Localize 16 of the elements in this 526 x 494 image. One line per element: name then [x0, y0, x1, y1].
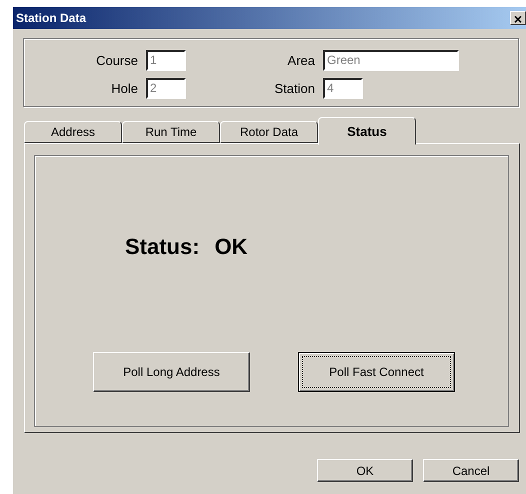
poll-button[interactable]: Poll Fast Connect [298, 352, 455, 392]
dialog-button[interactable]: OK [317, 459, 413, 482]
close-button[interactable]: × [510, 11, 526, 25]
tab[interactable]: Rotor Data [220, 121, 318, 143]
tab[interactable]: Address [24, 121, 122, 143]
window-title: Station Data [16, 11, 86, 25]
dialog-button[interactable]: Cancel [423, 459, 519, 482]
poll-button[interactable]: Poll Long Address [93, 352, 250, 392]
tab[interactable]: Status [318, 117, 416, 145]
tab[interactable]: Run Time [122, 121, 220, 143]
status-value: OK [214, 234, 248, 260]
field-label: Hole [111, 80, 138, 96]
field-label: Course [96, 52, 138, 68]
field-label: Station [274, 80, 315, 96]
status-label: Status: [125, 234, 200, 260]
field-label: Area [288, 52, 315, 68]
